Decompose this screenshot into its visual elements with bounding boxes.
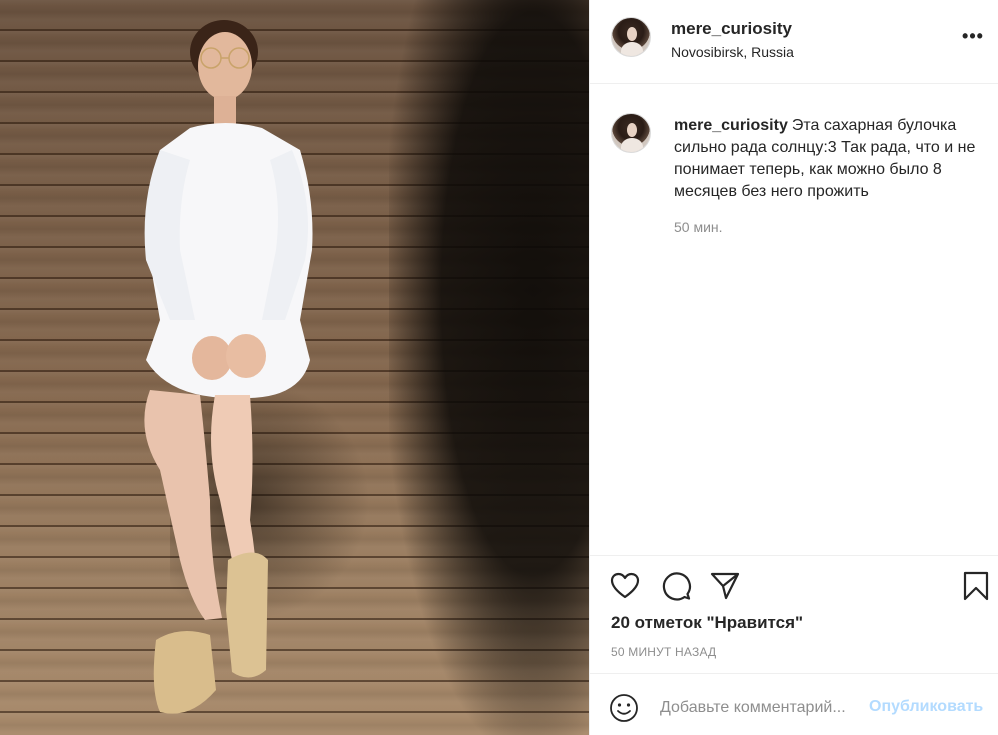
instagram-post: mere_curiosity Novosibirsk, Russia ••• m… — [0, 0, 998, 735]
comment-input[interactable] — [660, 696, 866, 720]
post-photo[interactable] — [0, 0, 589, 735]
paper-plane-icon[interactable] — [709, 570, 741, 602]
post-sidebar: mere_curiosity Novosibirsk, Russia ••• m… — [589, 0, 998, 735]
caption-text-block: mere_curiosity Эта сахарная булочка сильн… — [674, 115, 986, 203]
publish-button[interactable]: Опубликовать — [869, 698, 983, 716]
comment-form: Опубликовать — [590, 673, 998, 735]
caption-username[interactable]: mere_curiosity — [674, 117, 788, 134]
more-horizontal-icon[interactable]: ••• — [960, 26, 986, 50]
post-actions: 20 отметок "Нравится" 50 МИНУТ НАЗАД — [590, 555, 998, 673]
author-avatar[interactable] — [611, 17, 651, 57]
post-location[interactable]: Novosibirsk, Russia — [671, 44, 794, 60]
post-header: mere_curiosity Novosibirsk, Russia ••• — [590, 0, 998, 84]
person-figure — [144, 20, 313, 714]
post-timestamp[interactable]: 50 МИНУТ НАЗАД — [611, 645, 716, 659]
caption-avatar[interactable] — [611, 113, 651, 153]
bookmark-icon[interactable] — [960, 570, 992, 602]
likes-count[interactable]: 20 отметок "Нравится" — [611, 613, 803, 633]
smiley-icon[interactable] — [609, 693, 639, 723]
caption-time[interactable]: 50 мин. — [674, 219, 723, 235]
heart-icon[interactable] — [609, 570, 641, 602]
comment-icon[interactable] — [660, 570, 692, 602]
author-username[interactable]: mere_curiosity — [671, 19, 792, 39]
